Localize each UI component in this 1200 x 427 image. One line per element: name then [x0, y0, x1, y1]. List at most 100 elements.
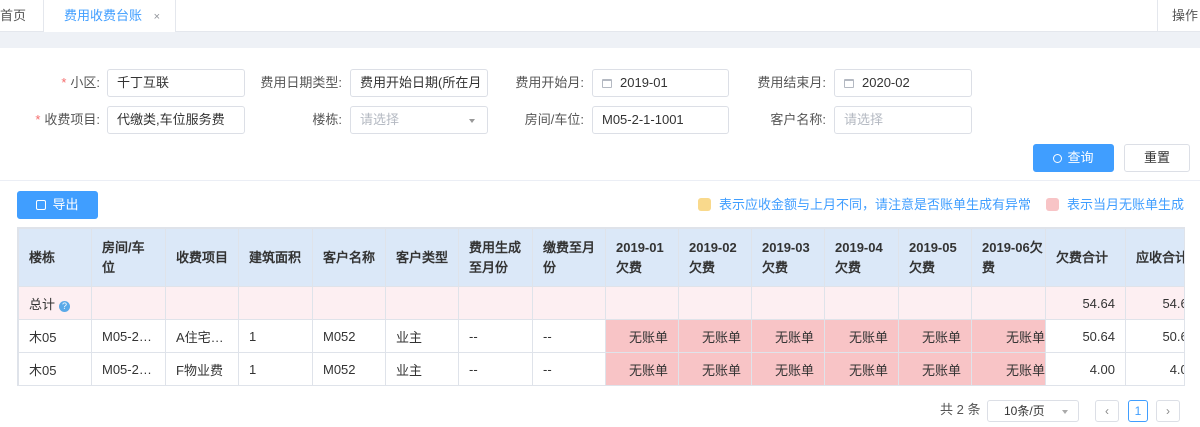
tab-fee-ledger[interactable]: 费用收费台账 × [44, 0, 176, 32]
room-input[interactable]: M05-2-1-1001 [592, 106, 729, 134]
end-month-label: 费用结束月: [757, 75, 826, 90]
col-gen-month[interactable]: 费用生成至月份 [458, 228, 533, 287]
col-arrears-total[interactable]: 欠费合计 [1045, 228, 1126, 287]
date-type-select[interactable]: 费用开始日期(所在月 [350, 69, 488, 97]
cell-no-bill: 无账单 [751, 319, 825, 353]
col-2019-06[interactable]: 2019-06欠费 [971, 228, 1046, 287]
total-arrears: 54.64 [1045, 286, 1126, 320]
col-2019-05[interactable]: 2019-05欠费 [898, 228, 972, 287]
cell-no-bill: 无账单 [605, 319, 679, 353]
col-2019-04[interactable]: 2019-04欠费 [824, 228, 899, 287]
col-2019-02[interactable]: 2019-02欠费 [678, 228, 752, 287]
col-receivable-total[interactable]: 应收合计 [1125, 228, 1184, 287]
tab-bar: 首页 费用收费台账 × 操作 [0, 0, 1200, 32]
help-icon[interactable]: ? [59, 300, 71, 312]
table-cell [532, 286, 606, 320]
cell-arrears-total: 4.00 [1045, 352, 1126, 385]
start-month-label: 费用开始月: [515, 75, 584, 90]
cell-no-bill: 无账单 [751, 352, 825, 385]
legend-red: 表示当月无账单生成 [1046, 197, 1184, 213]
cell-paid-month: -- [532, 352, 606, 385]
community-label-text: 小区: [70, 75, 100, 90]
building-label: 楼栋: [312, 112, 342, 127]
tab-fee-ledger-label: 费用收费台账 [64, 8, 143, 23]
col-area[interactable]: 建筑面积 [238, 228, 313, 287]
calendar-icon [602, 79, 612, 88]
cell-customer: M052 [312, 352, 386, 385]
total-receivable: 54.64 [1125, 286, 1184, 320]
customer-label: 客户名称: [770, 112, 826, 127]
table-cell [898, 286, 972, 320]
chevron-down-icon [469, 119, 475, 123]
col-room[interactable]: 房间/车位 [91, 228, 166, 287]
table-cell [312, 286, 386, 320]
col-building[interactable]: 楼栋 [18, 228, 92, 287]
search-icon [1053, 154, 1063, 163]
cell-receivable-total: 50.64 [1125, 319, 1184, 353]
table-total-row: 总计? 54.64 54.64 [18, 286, 1184, 320]
page-size-value: 10条/页 [1004, 404, 1045, 418]
customer-select[interactable]: 请选择 [834, 106, 972, 134]
cell-no-bill: 无账单 [605, 352, 679, 385]
community-select[interactable]: 千丁互联 [107, 69, 245, 97]
fee-item-label-text: 收费项目: [44, 112, 100, 127]
building-placeholder: 请选择 [360, 112, 400, 127]
col-2019-03[interactable]: 2019-03欠费 [751, 228, 825, 287]
date-type-label: 费用日期类型: [260, 75, 342, 90]
col-2019-01[interactable]: 2019-01欠费 [605, 228, 679, 287]
cell-room: M05-2-1-1001 [91, 319, 166, 353]
table-cell [458, 286, 533, 320]
table-cell [605, 286, 679, 320]
cell-no-bill: 无账单 [898, 352, 972, 385]
page-1-button[interactable]: 1 [1128, 400, 1148, 422]
query-button[interactable]: 查询 [1033, 144, 1114, 172]
next-page-button[interactable]: › [1156, 400, 1180, 422]
fee-item-select[interactable]: 代缴类,车位服务费 [107, 106, 245, 134]
cell-customer-type: 业主 [385, 319, 459, 353]
tab-operations[interactable]: 操作 [1157, 0, 1200, 32]
tab-home[interactable]: 首页 [0, 0, 44, 32]
calendar-icon [844, 79, 854, 88]
cell-paid-month: -- [532, 319, 606, 353]
end-month-picker[interactable]: 2020-02 [834, 69, 972, 97]
fee-item-label: * 收费项目: [10, 106, 100, 134]
cell-building: 木05 [18, 319, 92, 353]
table-row: 木05 M05-2-1-1001 F物业费 1 M052 业主 -- -- 无账… [18, 352, 1184, 385]
table-cell [385, 286, 459, 320]
table-cell [751, 286, 825, 320]
legend-swatch-red [1046, 198, 1059, 211]
legend-swatch-yellow [698, 198, 711, 211]
cell-fee-item: A住宅物业费 [165, 319, 239, 353]
legend-yellow-text: 表示应收金额与上月不同，请注意是否账单生成有异常 [719, 197, 1032, 212]
cell-arrears-total: 50.64 [1045, 319, 1126, 353]
cell-area: 1 [238, 352, 313, 385]
cell-no-bill: 无账单 [824, 352, 899, 385]
cell-no-bill: 无账单 [971, 319, 1046, 353]
divider [0, 180, 1200, 181]
query-button-label: 查询 [1067, 150, 1094, 165]
table-cell [971, 286, 1046, 320]
close-icon[interactable]: × [154, 11, 160, 23]
cell-no-bill: 无账单 [898, 319, 972, 353]
ledger-table: 楼栋 房间/车位 收费项目 建筑面积 客户名称 客户类型 费用生成至月份 缴费至… [17, 227, 1185, 386]
export-button-label: 导出 [52, 197, 79, 212]
reset-button[interactable]: 重置 [1124, 144, 1190, 172]
cell-area: 1 [238, 319, 313, 353]
community-label: * 小区: [20, 69, 100, 97]
table-row: 木05 M05-2-1-1001 A住宅物业费 1 M052 业主 -- -- … [18, 319, 1184, 353]
prev-page-button[interactable]: ‹ [1095, 400, 1119, 422]
end-month-value: 2020-02 [862, 75, 910, 90]
col-paid-month[interactable]: 缴费至月份 [532, 228, 606, 287]
cell-no-bill: 无账单 [678, 352, 752, 385]
cell-building: 木05 [18, 352, 92, 385]
building-select[interactable]: 请选择 [350, 106, 488, 134]
cell-no-bill: 无账单 [678, 319, 752, 353]
export-button[interactable]: 导出 [17, 191, 98, 219]
cell-fee-item: F物业费 [165, 352, 239, 385]
col-fee-item[interactable]: 收费项目 [165, 228, 239, 287]
col-customer-type[interactable]: 客户类型 [385, 228, 459, 287]
page-size-select[interactable]: 10条/页 [987, 400, 1079, 422]
col-customer[interactable]: 客户名称 [312, 228, 386, 287]
total-label: 总计 [29, 296, 56, 312]
start-month-picker[interactable]: 2019-01 [592, 69, 729, 97]
